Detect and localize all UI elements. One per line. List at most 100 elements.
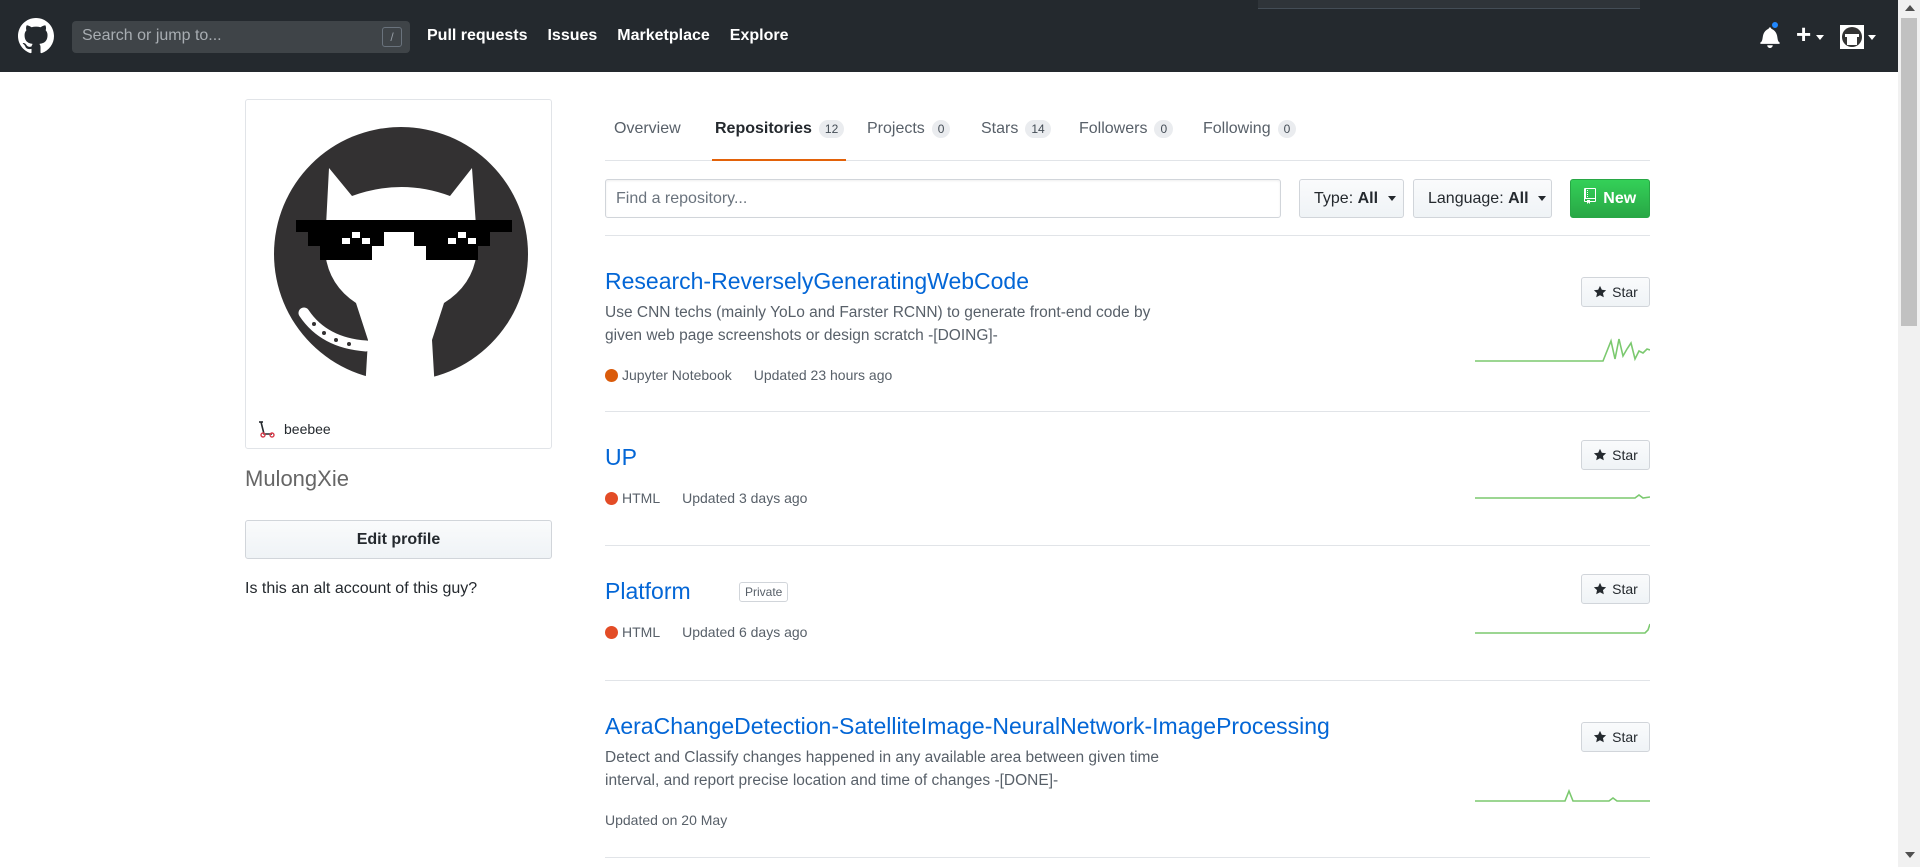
edit-profile-button[interactable]: Edit profile (245, 520, 552, 559)
tab-label: Following (1203, 120, 1271, 137)
repo-description: Detect and Classify changes happened in … (605, 746, 1165, 792)
star-label: Star (1612, 447, 1638, 463)
repo-language: HTML (622, 624, 661, 640)
nav-issues[interactable]: Issues (547, 27, 597, 45)
repo-list-item: UP HTML Updated 3 days ago Star (605, 412, 1650, 546)
private-badge: Private (739, 582, 789, 602)
activity-sparkline-graph (1475, 788, 1650, 802)
search-shortcut-key: / (382, 27, 402, 47)
repo-meta: HTML Updated 6 days ago (605, 624, 807, 640)
create-new-icon[interactable]: + (1796, 21, 1811, 47)
search-placeholder: Search or jump to... (82, 27, 222, 44)
profile-bio: Is this an alt account of this guy? (245, 580, 478, 597)
repo-description-line: Detect and Classify changes happened in … (605, 749, 1160, 766)
star-button[interactable]: Star (1581, 722, 1650, 752)
chevron-down-icon (1387, 196, 1396, 202)
language-color-dot (605, 625, 618, 639)
top-header: Search or jump to... / Pull requests Iss… (0, 0, 1898, 72)
repo-language: HTML (622, 490, 661, 506)
create-new-chevron-down-icon[interactable] (1816, 35, 1824, 40)
tab-label: Repositories (715, 120, 812, 137)
star-label: Star (1612, 284, 1638, 300)
star-label: Star (1612, 581, 1638, 597)
type-filter-dropdown[interactable]: Type: All (1299, 179, 1404, 218)
tab-count: 14 (1025, 120, 1051, 138)
header-avatar[interactable] (1840, 25, 1864, 49)
status-line[interactable]: beebee (258, 420, 331, 438)
language-color-dot (605, 368, 618, 382)
profile-username: MulongXie (245, 466, 349, 491)
tab-projects[interactable]: Projects 0 (867, 120, 951, 138)
find-repository-placeholder: Find a repository... (616, 190, 748, 207)
repo-name-link[interactable]: Research-ReverselyGeneratingWebCode (605, 268, 1029, 295)
repo-meta: Jupyter Notebook Updated 23 hours ago (605, 367, 892, 383)
tab-count: 0 (931, 120, 951, 138)
scroll-down-icon[interactable] (1905, 852, 1915, 858)
repo-meta: HTML Updated 3 days ago (605, 490, 807, 506)
repo-list-item: AeraChangeDetection-SatelliteImage-Neura… (605, 681, 1650, 858)
tab-following[interactable]: Following 0 (1203, 120, 1297, 138)
tab-label: Stars (981, 120, 1019, 137)
star-label: Star (1612, 729, 1638, 745)
activity-sparkline-graph (1475, 623, 1650, 634)
activity-sparkline-graph (1475, 338, 1650, 362)
search-input[interactable]: Search or jump to... / (72, 21, 410, 53)
repo-language: Jupyter Notebook (622, 367, 732, 383)
find-repository-input[interactable]: Find a repository... (605, 179, 1281, 218)
github-logo-icon[interactable] (18, 18, 54, 54)
star-button[interactable]: Star (1581, 574, 1650, 604)
nav-marketplace[interactable]: Marketplace (617, 27, 710, 45)
kick-scooter-icon (259, 421, 275, 438)
repo-meta: Updated on 20 May (605, 812, 727, 828)
star-icon (1594, 448, 1607, 461)
repo-name-link[interactable]: UP (605, 444, 637, 471)
repo-name-link[interactable]: Platform (605, 578, 691, 605)
tab-followers[interactable]: Followers 0 (1079, 120, 1174, 138)
repo-description-line: given web page screenshots or design scr… (605, 327, 998, 344)
tab-repositories[interactable]: Repositories 12 (715, 120, 845, 138)
status-text: beebee (284, 421, 331, 437)
tab-overview[interactable]: Overview (614, 120, 681, 138)
avatar-octocat-sunglasses-icon (274, 127, 528, 408)
profile-chevron-down-icon[interactable] (1868, 35, 1876, 40)
tab-count: 0 (1154, 120, 1174, 138)
dropdown-remnant (1258, 0, 1640, 9)
notification-indicator (1770, 20, 1780, 30)
repo-book-icon (1583, 188, 1596, 204)
repo-description-line: Use CNN techs (mainly YoLo and Farster R… (605, 304, 1151, 321)
new-repository-button[interactable]: New (1570, 179, 1650, 218)
profile-avatar-card[interactable]: beebee (245, 99, 552, 449)
scroll-up-icon[interactable] (1905, 5, 1915, 11)
star-button[interactable]: Star (1581, 440, 1650, 470)
selected-tab-underline (712, 159, 846, 161)
repo-description: Use CNN techs (mainly YoLo and Farster R… (605, 301, 1165, 347)
language-color-dot (605, 491, 618, 505)
nav-explore[interactable]: Explore (730, 27, 789, 45)
repo-list-item: Platform Private HTML Updated 6 days ago… (605, 546, 1650, 681)
scrollbar-thumb[interactable] (1901, 18, 1917, 326)
repo-updated: Updated 3 days ago (682, 490, 808, 506)
tab-stars[interactable]: Stars 14 (981, 120, 1051, 138)
language-filter-value: All (1508, 190, 1529, 207)
language-filter-label: Language: (1428, 190, 1504, 207)
language-filter-dropdown[interactable]: Language: All (1413, 179, 1552, 218)
repo-updated: Updated 23 hours ago (753, 367, 893, 383)
profile-tabs: Overview Repositories 12 Projects 0 Star… (605, 100, 1650, 161)
tab-label: Projects (867, 120, 925, 137)
nav-pull-requests[interactable]: Pull requests (427, 27, 527, 45)
repo-description-line: interval, and report precise location an… (605, 772, 1059, 789)
star-button[interactable]: Star (1581, 277, 1650, 307)
top-nav: Pull requests Issues Marketplace Explore (427, 27, 788, 45)
activity-sparkline-graph (1475, 494, 1650, 499)
star-icon (1594, 285, 1607, 298)
tab-count: 12 (818, 120, 845, 138)
repo-updated: Updated on 20 May (605, 812, 728, 828)
type-filter-label: Type: (1314, 190, 1354, 207)
repo-updated: Updated 6 days ago (682, 624, 808, 640)
repo-name-link[interactable]: AeraChangeDetection-SatelliteImage-Neura… (605, 713, 1330, 740)
chevron-down-icon (1538, 196, 1546, 202)
star-icon (1594, 582, 1607, 595)
repo-list-item: Research-ReverselyGeneratingWebCode Use … (605, 236, 1650, 412)
new-button-label: New (1603, 190, 1637, 207)
tab-count: 0 (1277, 120, 1297, 138)
